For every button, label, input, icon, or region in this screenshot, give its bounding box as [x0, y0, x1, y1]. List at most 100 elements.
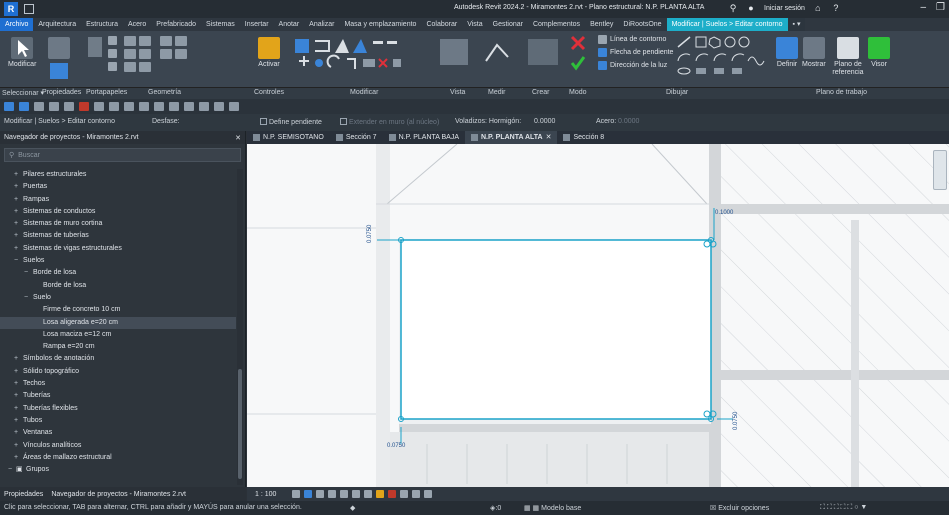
browser-item[interactable]: + Pilares estructurales: [0, 169, 236, 181]
design-option-selector[interactable]: ▦ ▦ Modelo base: [524, 504, 581, 512]
browser-item[interactable]: Losa aligerada e=20 cm: [0, 316, 236, 329]
measure-icon[interactable]: [484, 39, 510, 65]
geometry-more-icon[interactable]: [160, 36, 172, 46]
ribbon-tab-1[interactable]: Arquitectura: [33, 18, 81, 31]
browser-search-input[interactable]: ⚲ Buscar: [4, 148, 241, 162]
ribbon-overflow-icon[interactable]: ▪ ▾: [787, 18, 806, 31]
copy-icon[interactable]: [108, 49, 117, 58]
signin-label[interactable]: Iniciar sesión: [764, 5, 805, 12]
panel-label-select[interactable]: Seleccionar ▾: [2, 89, 44, 97]
browser-item[interactable]: + Sistemas de vigas estructurales: [0, 243, 236, 255]
show-crop-icon[interactable]: [352, 490, 361, 498]
move-icon[interactable]: [299, 56, 309, 66]
match-properties-icon[interactable]: [108, 62, 117, 71]
span-direction-button[interactable]: Dirección de la luz: [598, 61, 667, 70]
cantilever-steel-field[interactable]: 0.0000: [618, 118, 639, 125]
browser-item[interactable]: + Ventanas: [0, 427, 236, 439]
line-tool-icon[interactable]: [677, 36, 691, 48]
undo-icon[interactable]: [49, 102, 59, 111]
cope-icon[interactable]: [124, 36, 136, 46]
delete-icon[interactable]: [378, 58, 388, 68]
array-icon[interactable]: [363, 59, 375, 67]
expand-icon[interactable]: +: [14, 218, 18, 230]
print-icon[interactable]: [79, 102, 89, 111]
show-workplane-button[interactable]: Mostrar: [802, 37, 826, 68]
pick-lines-icon[interactable]: [696, 68, 706, 74]
expand-icon[interactable]: +: [14, 169, 18, 181]
ribbon-tab-16[interactable]: Modificar | Suelos > Editar contorno: [666, 18, 788, 31]
browser-item[interactable]: + Rampas: [0, 194, 236, 206]
mirror-axis-icon[interactable]: [335, 39, 349, 53]
expand-icon[interactable]: +: [14, 452, 18, 464]
browser-item[interactable]: + Puertas: [0, 181, 236, 193]
sync-icon[interactable]: [34, 102, 44, 111]
exclude-options-toggle[interactable]: ☒ Excluir opciones: [710, 504, 769, 512]
browser-item[interactable]: + Sistemas de muro cortina: [0, 218, 236, 230]
reference-plane-button[interactable]: Plano de referencia: [832, 37, 864, 77]
mirror-draw-icon[interactable]: [353, 39, 367, 53]
browser-scrollbar[interactable]: [237, 169, 243, 485]
drawing-canvas[interactable]: 0.1000 0.0750 0.0750 0.0750: [247, 144, 949, 487]
type-properties-icon[interactable]: [50, 63, 68, 79]
expand-icon[interactable]: +: [14, 366, 18, 378]
define-workplane-button[interactable]: Definir: [776, 37, 798, 68]
cantilever-concrete-field[interactable]: 0.0000: [534, 118, 555, 125]
ribbon-tab-14[interactable]: Bentley: [585, 18, 618, 31]
collapse-icon[interactable]: −: [24, 292, 28, 304]
paint-icon[interactable]: [124, 62, 136, 72]
save-icon[interactable]: [19, 102, 29, 111]
activate-controls-button[interactable]: Activar: [258, 37, 280, 68]
dimension-qat-icon[interactable]: [109, 102, 119, 111]
view-tab[interactable]: Sección 7: [330, 131, 383, 144]
pick-walls-icon[interactable]: [714, 68, 724, 74]
ribbon-tab-4[interactable]: Prefabricado: [151, 18, 201, 31]
expand-icon[interactable]: +: [14, 427, 18, 439]
spline-icon[interactable]: [747, 56, 765, 66]
ribbon-tab-11[interactable]: Vista: [462, 18, 487, 31]
binoculars-icon[interactable]: ⚲: [728, 3, 738, 13]
align-icon[interactable]: [295, 39, 309, 53]
boundary-line-button[interactable]: Línea de contorno: [598, 35, 666, 44]
text-qat-icon[interactable]: [139, 102, 149, 111]
properties-button[interactable]: [48, 37, 70, 61]
dimension-bottom-right[interactable]: 0.0750: [733, 411, 739, 430]
ribbon-tab-10[interactable]: Colaborar: [421, 18, 462, 31]
restore-icon[interactable]: ❐: [936, 2, 945, 13]
browser-item[interactable]: Borde de losa: [0, 280, 236, 292]
viewer-button[interactable]: Visor: [868, 37, 890, 68]
pick-supports-icon[interactable]: [732, 68, 742, 74]
scrollbar-thumb[interactable]: [238, 369, 242, 479]
close-tab-icon[interactable]: ✕: [546, 131, 552, 144]
browser-item[interactable]: Firme de concreto 10 cm: [0, 304, 236, 316]
trim-extend-icon[interactable]: [347, 58, 356, 69]
circumscribed-polygon-icon[interactable]: [738, 36, 750, 48]
browser-item[interactable]: − Suelos: [0, 255, 236, 267]
ribbon-tab-3[interactable]: Acero: [123, 18, 151, 31]
ribbon-tab-7[interactable]: Anotar: [274, 18, 305, 31]
customize-qat-icon[interactable]: [229, 102, 239, 111]
project-browser-tab[interactable]: Navegador de proyectos - Miramontes 2.rv…: [51, 491, 186, 498]
browser-item[interactable]: Losa maciza e=12 cm: [0, 329, 236, 341]
close-icon[interactable]: ✕: [235, 134, 241, 142]
ribbon-tab-12[interactable]: Gestionar: [488, 18, 528, 31]
ribbon-tab-0[interactable]: Archivo: [0, 18, 34, 31]
browser-item[interactable]: + Tubos: [0, 415, 236, 427]
arc-fillet-icon[interactable]: [731, 53, 745, 62]
arc-tangent-icon[interactable]: [713, 53, 727, 62]
ribbon-tab-9[interactable]: Masa y emplazamiento: [339, 18, 421, 31]
ribbon-tab-15[interactable]: DiRootsOne: [618, 18, 666, 31]
detail-level-icon[interactable]: [292, 490, 301, 498]
extend-into-wall-checkbox[interactable]: Extender en muro (al núcleo): [340, 118, 439, 126]
browser-item[interactable]: + Sistemas de tuberías: [0, 230, 236, 242]
browser-item[interactable]: + Tuberías flexibles: [0, 403, 236, 415]
rectangle-tool-icon[interactable]: [695, 36, 707, 48]
copy-element-icon[interactable]: [315, 59, 323, 67]
arc-center-icon[interactable]: [695, 53, 709, 62]
tag-qat-icon[interactable]: [124, 102, 134, 111]
split-face-icon[interactable]: [139, 62, 151, 72]
ribbon-tab-8[interactable]: Analizar: [304, 18, 339, 31]
unjoin-icon[interactable]: [160, 49, 172, 59]
expand-icon[interactable]: +: [14, 415, 18, 427]
ribbon-tab-6[interactable]: Insertar: [240, 18, 274, 31]
browser-item[interactable]: + Símbolos de anotación: [0, 353, 236, 365]
